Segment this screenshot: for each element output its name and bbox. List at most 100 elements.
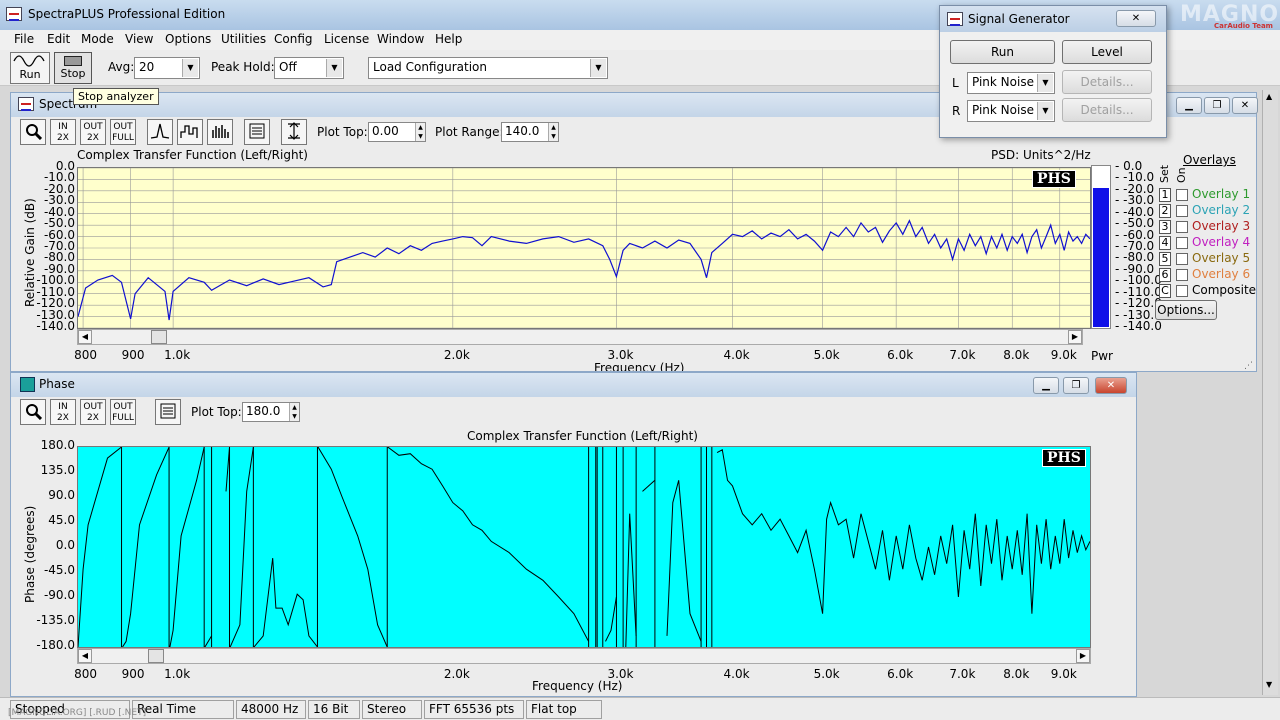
menu-license[interactable]: License bbox=[324, 32, 369, 46]
menu-file[interactable]: File bbox=[14, 32, 34, 46]
phase-trace bbox=[78, 447, 122, 647]
bar-plot-icon[interactable] bbox=[207, 119, 233, 145]
run-button[interactable]: Run bbox=[10, 52, 50, 84]
table-view-icon[interactable] bbox=[244, 119, 270, 145]
phase-zoom-full-icon[interactable]: OUT FULL bbox=[110, 399, 136, 425]
overlay-set-button[interactable]: 3 bbox=[1159, 220, 1171, 234]
overlays-options-button[interactable]: Options... bbox=[1155, 300, 1217, 320]
resize-grip-icon[interactable]: ⋰ bbox=[1244, 361, 1253, 371]
spectrum-minimize-button[interactable]: ▁ bbox=[1176, 97, 1202, 114]
menu-utilities[interactable]: Utilities bbox=[221, 32, 266, 46]
phase-table-view-icon[interactable] bbox=[155, 399, 181, 425]
peak-hold-select[interactable]: Off ▼ bbox=[274, 57, 344, 79]
spectrum-close-button[interactable]: ✕ bbox=[1232, 97, 1258, 114]
menu-view[interactable]: View bbox=[125, 32, 153, 46]
scroll-up-icon[interactable]: ▲ bbox=[1266, 92, 1272, 101]
overlay-on-checkbox[interactable] bbox=[1176, 253, 1188, 265]
scroll-right-icon[interactable]: ▶ bbox=[1068, 330, 1082, 344]
phase-y-tick: -90.0 bbox=[43, 588, 75, 602]
spectrum-scroll-thumb[interactable] bbox=[151, 330, 167, 344]
spectrum-h-scrollbar[interactable]: ◀ ▶ bbox=[77, 329, 1083, 345]
stop-button[interactable]: Stop bbox=[54, 52, 92, 84]
menu-help[interactable]: Help bbox=[435, 32, 462, 46]
overlay-name: Overlay 1 bbox=[1192, 187, 1251, 201]
overlay-set-button[interactable]: 4 bbox=[1159, 236, 1171, 250]
status-mode: Real Time bbox=[132, 700, 234, 719]
siggen-level-button[interactable]: Level bbox=[1062, 40, 1152, 64]
spinner-arrows-icon[interactable]: ▲ ▼ bbox=[289, 403, 299, 421]
siggen-right-select[interactable]: Pink Noise ▼ bbox=[967, 100, 1055, 122]
spectrum-plot-range-input[interactable]: 140.0 ▲ ▼ bbox=[501, 122, 559, 142]
menu-mode[interactable]: Mode bbox=[81, 32, 114, 46]
phase-scroll-thumb[interactable] bbox=[148, 649, 164, 663]
scroll-left-icon[interactable]: ◀ bbox=[78, 649, 92, 663]
overlay-set-button[interactable]: 2 bbox=[1159, 204, 1171, 218]
signal-generator-close-button[interactable]: ✕ bbox=[1116, 10, 1156, 27]
overlay-on-checkbox[interactable] bbox=[1176, 285, 1188, 297]
zoom-icon[interactable] bbox=[20, 119, 46, 145]
phase-close-button[interactable]: ✕ bbox=[1095, 377, 1127, 394]
phase-trace bbox=[225, 447, 230, 492]
spectrum-x-tick: 4.0k bbox=[723, 348, 750, 362]
phase-trace bbox=[625, 513, 637, 647]
overlay-set-button[interactable]: 1 bbox=[1159, 188, 1171, 202]
overlay-name: Overlay 2 bbox=[1192, 203, 1251, 217]
avg-select[interactable]: 20 ▼ bbox=[134, 57, 200, 79]
signal-generator-icon bbox=[947, 12, 963, 26]
siggen-left-details-button[interactable]: Details... bbox=[1062, 70, 1152, 94]
chevron-down-icon: ▼ bbox=[326, 59, 342, 77]
overlay-set-button[interactable]: 6 bbox=[1159, 268, 1171, 282]
phase-plot-area[interactable]: PHS bbox=[77, 446, 1091, 648]
overlay-row: 6 Overlay 6 bbox=[1159, 267, 1259, 283]
menu-window[interactable]: Window bbox=[377, 32, 424, 46]
zoom-full-icon[interactable]: OUT FULL bbox=[110, 119, 136, 145]
autoscale-icon[interactable] bbox=[281, 119, 307, 145]
spinner-arrows-icon[interactable]: ▲ ▼ bbox=[548, 123, 558, 141]
scroll-down-icon[interactable]: ▼ bbox=[1266, 680, 1272, 689]
phase-zoom-out-2x-icon[interactable]: OUT 2X bbox=[80, 399, 106, 425]
phase-zoom-in-2x-icon[interactable]: IN 2X bbox=[50, 399, 76, 425]
phase-minimize-button[interactable]: ▁ bbox=[1033, 377, 1059, 394]
menu-config[interactable]: Config bbox=[274, 32, 313, 46]
spectrum-plot-top-input[interactable]: 0.00 ▲ ▼ bbox=[368, 122, 426, 142]
overlay-set-button[interactable]: C bbox=[1159, 284, 1171, 298]
menu-edit[interactable]: Edit bbox=[47, 32, 70, 46]
signal-generator-title-bar[interactable]: Signal Generator ✕ bbox=[940, 6, 1166, 32]
phase-h-scrollbar[interactable]: ◀ ▶ bbox=[77, 648, 1091, 664]
spectrum-plot-area[interactable]: PHS bbox=[77, 167, 1091, 329]
zoom-out-2x-icon[interactable]: OUT 2X bbox=[80, 119, 106, 145]
siggen-run-button[interactable]: Run bbox=[950, 40, 1055, 64]
siggen-left-select[interactable]: Pink Noise ▼ bbox=[967, 72, 1055, 94]
overlay-on-checkbox[interactable] bbox=[1176, 221, 1188, 233]
menu-options[interactable]: Options bbox=[165, 32, 211, 46]
phase-title-bar[interactable]: Phase ▁ ❐ ✕ bbox=[11, 373, 1136, 397]
siggen-right-details-button[interactable]: Details... bbox=[1062, 98, 1152, 122]
line-plot-icon[interactable] bbox=[147, 119, 173, 145]
overlay-name: Overlay 6 bbox=[1192, 267, 1251, 281]
status-channels: Stereo bbox=[362, 700, 422, 719]
spinner-arrows-icon[interactable]: ▲ ▼ bbox=[415, 123, 425, 141]
spectrum-x-ticks: 800 900 1.0k 2.0k 3.0k 4.0k 5.0k 6.0k 7.0k 8.0k 9.… bbox=[74, 348, 1091, 364]
zoom-in-2x-icon[interactable]: IN 2X bbox=[50, 119, 76, 145]
overlay-on-checkbox[interactable] bbox=[1176, 205, 1188, 217]
phase-maximize-button[interactable]: ❐ bbox=[1063, 377, 1089, 394]
configuration-select[interactable]: Load Configuration ▼ bbox=[368, 57, 608, 79]
overlays-title: Overlays bbox=[1183, 153, 1236, 167]
overlays-set-label: Set bbox=[1158, 164, 1171, 183]
step-plot-icon[interactable] bbox=[177, 119, 203, 145]
phase-plot-top-input[interactable]: 180.0 ▲ ▼ bbox=[242, 402, 300, 422]
spectrum-maximize-button[interactable]: ❐ bbox=[1204, 97, 1230, 114]
overlay-on-checkbox[interactable] bbox=[1176, 237, 1188, 249]
phase-trace bbox=[387, 447, 590, 642]
siggen-right-label: R bbox=[952, 104, 961, 118]
overlay-set-button[interactable]: 5 bbox=[1159, 252, 1171, 266]
workspace-v-scrollbar[interactable]: ▲ ▼ bbox=[1262, 90, 1278, 695]
power-meter-label: Pwr bbox=[1091, 349, 1113, 363]
overlay-on-checkbox[interactable] bbox=[1176, 189, 1188, 201]
siggen-left-label: L bbox=[952, 76, 959, 90]
overlay-on-checkbox[interactable] bbox=[1176, 269, 1188, 281]
scroll-left-icon[interactable]: ◀ bbox=[78, 330, 92, 344]
phase-zoom-icon[interactable] bbox=[20, 399, 46, 425]
scroll-right-icon[interactable]: ▶ bbox=[1076, 649, 1090, 663]
status-sample-rate: 48000 Hz bbox=[236, 700, 306, 719]
